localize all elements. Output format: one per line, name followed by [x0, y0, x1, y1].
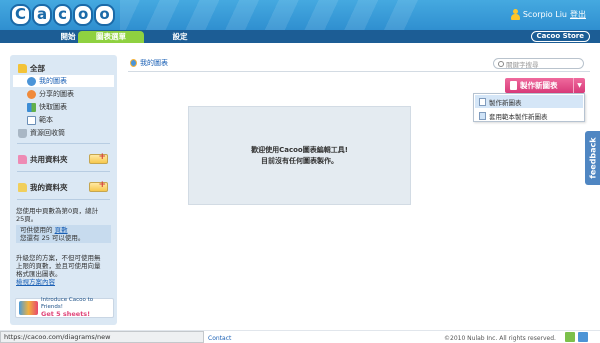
- search-placeholder: 關鍵字搜尋: [506, 60, 539, 69]
- sidebar-item-label: 全部: [30, 63, 45, 73]
- add-folder-button[interactable]: [89, 180, 108, 192]
- logo-letter: c: [53, 4, 73, 26]
- promo-image: [19, 301, 38, 315]
- logo-letter: a: [32, 4, 53, 26]
- menu-item-new-diagram[interactable]: 製作新圖表: [475, 95, 583, 108]
- new-document-icon: [510, 81, 517, 90]
- empty-state-panel: 歡迎使用Cacoo圖表編輯工具! 目前沒有任何圖表製作。: [188, 106, 411, 205]
- empty-state-text: 目前沒有任何圖表製作。: [261, 157, 338, 165]
- divider: [17, 143, 110, 144]
- add-shared-folder-button[interactable]: [89, 152, 108, 164]
- share-icon: [27, 89, 36, 99]
- sidebar-item-shared-folder[interactable]: 共用資料夾: [13, 152, 114, 165]
- sidebar-item-trash[interactable]: 資源回收筒: [13, 127, 114, 139]
- breadcrumb[interactable]: 我的圖表: [130, 58, 168, 68]
- pages-link[interactable]: 頁數: [55, 226, 68, 234]
- green-social-icon[interactable]: [565, 332, 575, 342]
- usage-info: 您使用中頁數為第0頁，總計 25頁。: [16, 207, 99, 223]
- divider: [128, 71, 590, 72]
- sidebar-item-label: 共用資料夾: [30, 154, 68, 164]
- logo-letter: C: [10, 4, 32, 26]
- breadcrumb-label: 我的圖表: [140, 59, 168, 67]
- copyright: ©2010 Nulab Inc. All rights reserved.: [444, 335, 556, 342]
- user-menu: Scorpio Liu 登出: [510, 9, 586, 20]
- sidebar-item-all[interactable]: 全部: [13, 62, 114, 74]
- sidebar-item-label: 範本: [39, 116, 53, 124]
- main-nav: 開始 圖表選單 設定 Cacoo Store: [0, 30, 600, 43]
- search-input[interactable]: 關鍵字搜尋: [493, 58, 584, 69]
- available-pages-box: 可供使用的 頁數 您還有 25 可以使用。: [16, 225, 111, 243]
- contact-link[interactable]: Contact: [208, 335, 231, 342]
- sidebar-item-label: 資源回收筒: [30, 129, 65, 137]
- feedback-tab[interactable]: feedback: [585, 131, 600, 185]
- diagram-icon: [27, 76, 36, 86]
- sidebar-item-quick[interactable]: 快取圖表: [13, 101, 114, 113]
- quick-icon: [27, 102, 36, 112]
- sidebar: 全部 我的圖表 分享的圖表 快取圖表 範本 資源回收筒 共用資料夾 + 我的資料…: [10, 55, 117, 325]
- empty-state-title: 歡迎使用Cacoo圖表編輯工具!: [251, 146, 348, 154]
- menu-item-from-template[interactable]: 套用範本製作新圖表: [475, 109, 583, 122]
- create-diagram-button[interactable]: 製作新圖表: [505, 78, 573, 93]
- tab-settings[interactable]: 設定: [160, 31, 200, 43]
- user-name: Scorpio Liu: [522, 10, 567, 19]
- blue-social-icon[interactable]: [578, 332, 588, 342]
- user-icon: [510, 9, 520, 20]
- app-header: C a c o o Scorpio Liu 登出: [0, 0, 600, 30]
- divider: [17, 171, 110, 172]
- my-folder-icon: [18, 182, 27, 192]
- view-plans-link[interactable]: 檢視方案內容: [16, 278, 101, 286]
- folder-icon: [18, 63, 27, 73]
- logo-letter: o: [73, 4, 94, 26]
- sidebar-item-label: 我的圖表: [39, 77, 67, 85]
- logout-link[interactable]: 登出: [570, 9, 586, 20]
- chevron-down-icon[interactable]: ▼: [573, 78, 585, 93]
- cacoo-logo[interactable]: C a c o o: [10, 4, 115, 26]
- sidebar-item-label: 快取圖表: [39, 103, 67, 111]
- tab-diagrams[interactable]: 圖表選單: [78, 31, 144, 43]
- divider: [17, 199, 110, 200]
- search-icon: [498, 60, 504, 67]
- sidebar-item-label: 我的資料夾: [30, 182, 68, 192]
- sidebar-item-templates[interactable]: 範本: [13, 114, 114, 126]
- sidebar-item-label: 分享的圖表: [39, 90, 74, 98]
- sidebar-item-my-diagrams[interactable]: 我的圖表: [13, 75, 114, 87]
- upgrade-info: 升級您的方案，不但可使用無 上限的頁數，並且可使用向量 格式匯出圖表。 檢視方案…: [16, 254, 101, 286]
- cacoo-store-button[interactable]: Cacoo Store: [530, 31, 590, 42]
- sidebar-item-shared[interactable]: 分享的圖表: [13, 88, 114, 100]
- social-icons: [565, 332, 588, 342]
- shared-folder-icon: [18, 154, 27, 164]
- invite-friends-banner[interactable]: Introduce Cacoo to Friends! Get 5 sheets…: [15, 297, 114, 318]
- sidebar-item-my-folder[interactable]: 我的資料夾: [13, 180, 114, 193]
- new-document-icon: [479, 97, 486, 106]
- trash-icon: [18, 128, 27, 138]
- template-icon: [479, 111, 486, 120]
- create-menu: 製作新圖表 套用範本製作新圖表: [473, 93, 585, 122]
- template-icon: [27, 115, 36, 125]
- diagram-icon: [130, 59, 137, 67]
- status-bar-url: https://cacoo.com/diagrams/new: [0, 331, 204, 343]
- logo-letter: o: [94, 4, 115, 26]
